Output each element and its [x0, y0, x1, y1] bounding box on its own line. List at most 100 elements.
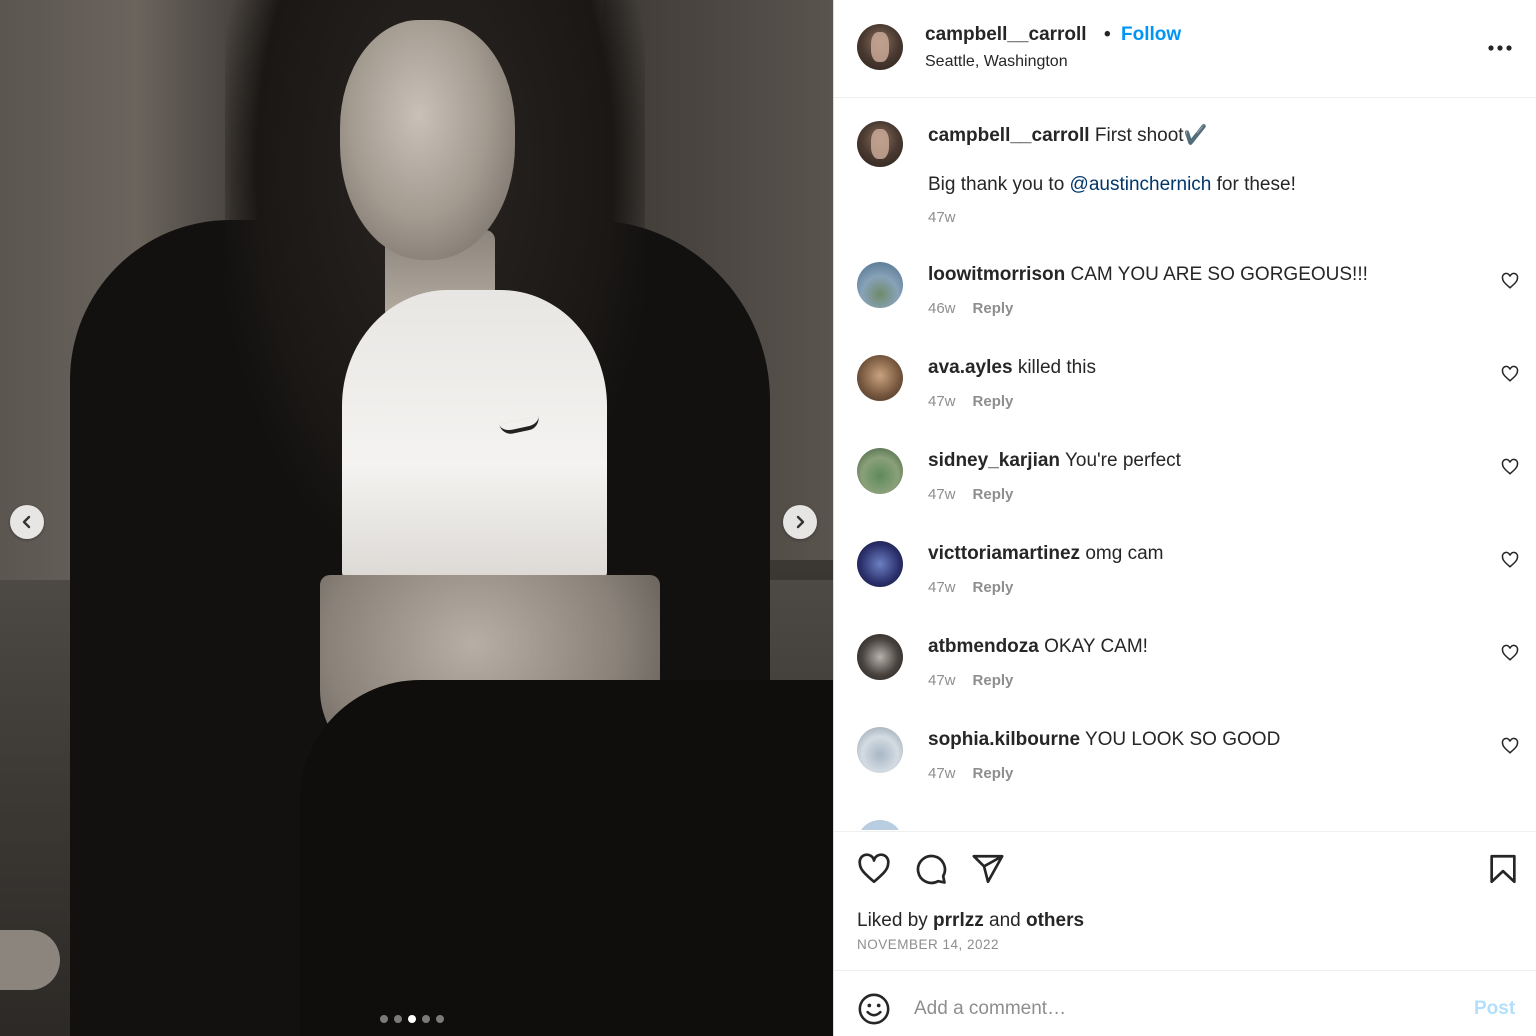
liked-user-link[interactable]: prrlzz [933, 910, 984, 931]
comment-text: sophia.kilbourne YOU LOOK SO GOOD [928, 729, 1280, 751]
comment-username[interactable]: ava.ayles [928, 357, 1013, 378]
comment-time: 47w [928, 486, 956, 503]
emoji-icon[interactable] [857, 992, 891, 1026]
comment-text: sidney_karjian You're perfect [928, 450, 1181, 472]
comment-username[interactable]: loowitmorrison [928, 264, 1065, 285]
reply-button[interactable]: Reply [973, 393, 1014, 410]
carousel-dot [422, 1015, 430, 1023]
bookmark-icon[interactable] [1486, 852, 1520, 886]
comment-body: OKAY CAM! [1044, 636, 1148, 657]
comment-icon[interactable] [914, 852, 948, 886]
comment-username[interactable]: sidney_karjian [928, 450, 1060, 471]
comment-item: sophia.kilbourne YOU LOOK SO GOOD 47w Rep… [834, 727, 1536, 820]
header-separator: • [1104, 24, 1111, 45]
comment-item: sidney_karjian You're perfect 47w Reply [834, 448, 1536, 541]
carousel-next-button[interactable] [783, 505, 817, 539]
carousel-dot [436, 1015, 444, 1023]
caption-text-before: Big thank you to [928, 174, 1070, 195]
comment-avatar[interactable] [857, 355, 903, 401]
liked-prefix: Liked by [857, 910, 934, 931]
comment-text: victtoriamartinez omg cam [928, 543, 1163, 565]
comment-time: 47w [928, 765, 956, 782]
comment-time: 47w [928, 393, 956, 410]
caption-mention-link[interactable]: @austinchernich [1070, 174, 1212, 195]
more-horizontal-icon [1488, 45, 1512, 51]
comment-body: omg cam [1085, 543, 1164, 564]
comment-body: CAM YOU ARE SO GORGEOUS!!! [1070, 264, 1368, 285]
heart-icon[interactable] [1501, 365, 1519, 383]
comment-body: You're perfect [1064, 450, 1181, 471]
author-username[interactable]: campbell__carroll [925, 24, 1087, 46]
comment-body: killed this [1017, 357, 1096, 378]
caption-text: First shoot✔️ [1094, 125, 1208, 146]
comment-text: atbmendoza OKAY CAM! [928, 636, 1148, 658]
carousel-indicator [380, 1015, 444, 1023]
carousel-dot [394, 1015, 402, 1023]
carousel-dot [408, 1015, 416, 1023]
carousel-dot [380, 1015, 388, 1023]
follow-button[interactable]: Follow [1121, 24, 1181, 46]
liked-others-link[interactable]: others [1026, 910, 1084, 931]
comment-username[interactable]: atbmendoza [928, 636, 1039, 657]
comment-item: ava.ayles killed this 47w Reply [834, 355, 1536, 448]
post-side-panel: campbell__carroll • Follow Seattle, Wash… [833, 0, 1536, 1036]
caption-line-1: campbell__carroll First shoot✔️ [928, 123, 1207, 147]
caption-text-after: for these! [1211, 174, 1296, 195]
comment-avatar[interactable] [857, 634, 903, 680]
comment-text: ava.ayles killed this [928, 357, 1096, 379]
carousel-prev-button[interactable] [10, 505, 44, 539]
chevron-left-icon [22, 515, 31, 529]
post-actions: Liked by prrlzz and others NOVEMBER 14, … [834, 831, 1536, 971]
comment-username[interactable]: sophia.kilbourne [928, 729, 1080, 750]
post-date[interactable]: NOVEMBER 14, 2022 [857, 937, 999, 952]
heart-icon[interactable] [1501, 737, 1519, 755]
chevron-right-icon [796, 515, 805, 529]
post-header: campbell__carroll • Follow Seattle, Wash… [834, 0, 1536, 98]
heart-icon[interactable] [1501, 551, 1519, 569]
comment-item: atbmendoza OKAY CAM! 47w Reply [834, 634, 1536, 727]
photo-hand [0, 930, 60, 990]
heart-icon[interactable] [1501, 644, 1519, 662]
comment-avatar[interactable] [857, 262, 903, 308]
reply-button[interactable]: Reply [973, 300, 1014, 317]
comment-meta: 46w Reply [928, 300, 1013, 317]
post-photo [0, 0, 833, 1036]
comment-body: YOU LOOK SO GOOD [1084, 729, 1281, 750]
comment-time: 47w [928, 579, 956, 596]
comment-input[interactable] [914, 994, 1454, 1024]
reply-button[interactable]: Reply [973, 579, 1014, 596]
comment-text: loowitmorrison CAM YOU ARE SO GORGEOUS!!… [928, 264, 1368, 286]
liked-and: and [983, 910, 1026, 931]
comment-avatar[interactable] [857, 820, 903, 830]
reply-button[interactable]: Reply [973, 672, 1014, 689]
comments-list[interactable]: campbell__carroll First shoot✔️ Big than… [834, 99, 1536, 830]
comment-item: victtoriamartinez omg cam 47w Reply [834, 541, 1536, 634]
heart-icon[interactable] [857, 852, 891, 886]
reply-button[interactable]: Reply [973, 486, 1014, 503]
comment-time: 47w [928, 672, 956, 689]
photo-white-top [342, 290, 607, 580]
add-comment-bar: Post [834, 972, 1536, 1036]
comment-item-partial [834, 820, 1536, 830]
photo-pants [300, 680, 833, 1036]
comment-meta: 47w Reply [928, 393, 1013, 410]
reply-button[interactable]: Reply [973, 765, 1014, 782]
comment-meta: 47w Reply [928, 579, 1013, 596]
comment-username[interactable]: victtoriamartinez [928, 543, 1080, 564]
caption-avatar[interactable] [857, 121, 903, 167]
caption-username[interactable]: campbell__carroll [928, 125, 1090, 146]
comment-meta: 47w Reply [928, 765, 1013, 782]
caption-timestamp: 47w [928, 209, 956, 226]
author-avatar[interactable] [857, 24, 903, 70]
caption-line-2: Big thank you to @austinchernich for the… [928, 174, 1296, 196]
more-options-button[interactable] [1486, 34, 1514, 62]
post-location[interactable]: Seattle, Washington [925, 53, 1068, 71]
comment-avatar[interactable] [857, 448, 903, 494]
heart-icon[interactable] [1501, 272, 1519, 290]
heart-icon[interactable] [1501, 458, 1519, 476]
comment-avatar[interactable] [857, 727, 903, 773]
comment-avatar[interactable] [857, 541, 903, 587]
share-icon[interactable] [971, 852, 1005, 886]
comment-meta: 47w Reply [928, 486, 1013, 503]
post-comment-button[interactable]: Post [1474, 998, 1515, 1020]
